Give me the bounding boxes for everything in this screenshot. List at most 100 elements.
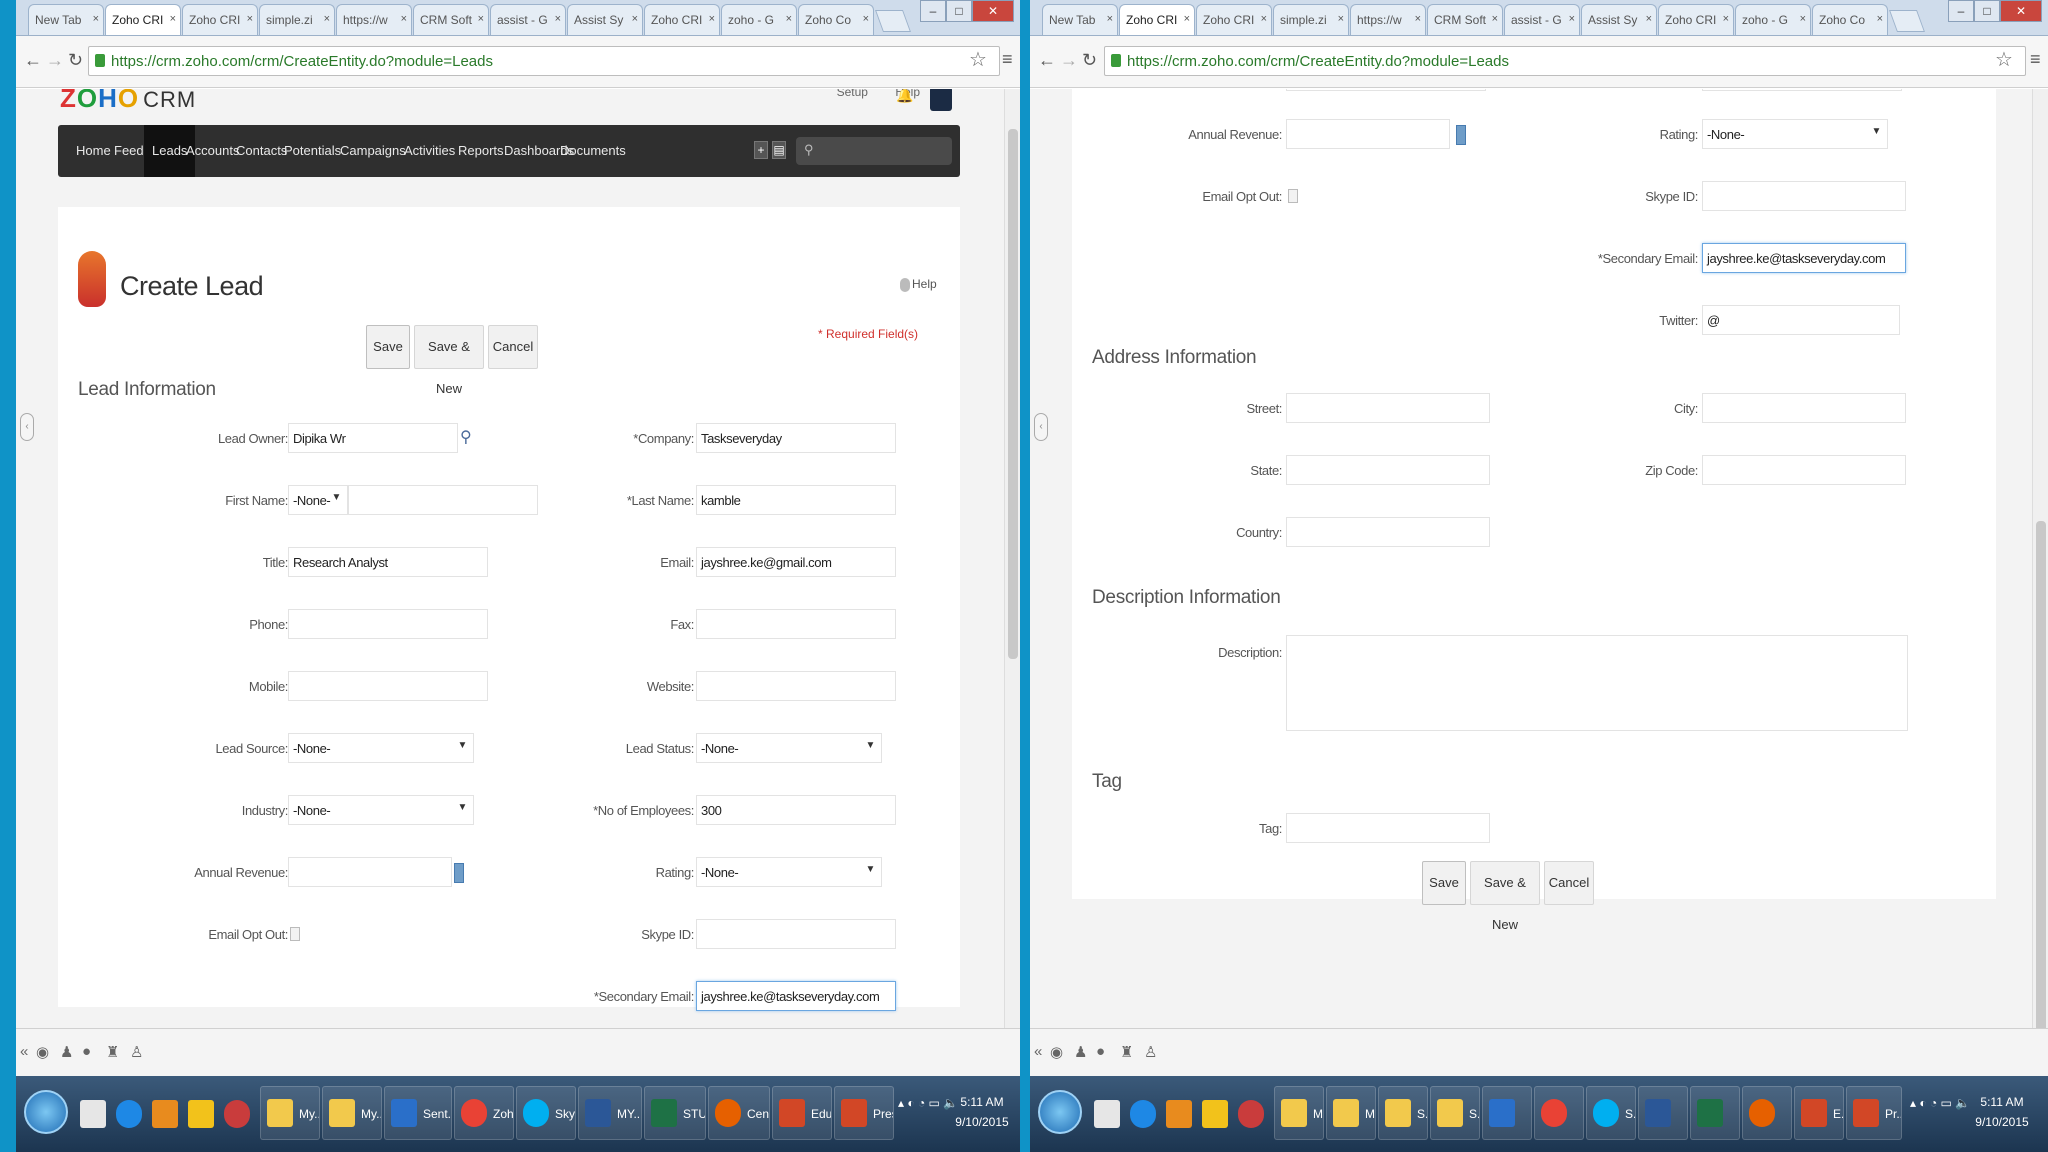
- secondary-email-field[interactable]: jayshree.ke@taskseveryday.com: [1702, 243, 1906, 273]
- close-tab-icon[interactable]: ×: [1415, 13, 1421, 25]
- page-scrollbar[interactable]: [1004, 89, 1020, 1028]
- taskbar-item-7[interactable]: STU...: [644, 1086, 706, 1140]
- tab-8[interactable]: Zoho CRI ×: [644, 4, 720, 35]
- tab-6[interactable]: assist - G ×: [490, 4, 566, 35]
- close-window-button[interactable]: ✕: [2000, 0, 2042, 22]
- tab-2[interactable]: Zoho CRI ×: [1196, 4, 1272, 35]
- side-panel-handle[interactable]: ‹: [1034, 413, 1048, 441]
- close-tab-icon[interactable]: ×: [1338, 13, 1344, 25]
- city-field[interactable]: [1702, 393, 1906, 423]
- calendar-icon[interactable]: ▤: [772, 141, 786, 159]
- bookmark-star-icon[interactable]: ☆: [1995, 47, 2013, 72]
- tab-5[interactable]: CRM Soft ×: [413, 4, 489, 35]
- close-tab-icon[interactable]: ×: [632, 13, 638, 25]
- taskbar-item-10[interactable]: Pres...: [834, 1086, 894, 1140]
- close-tab-icon[interactable]: ×: [478, 13, 484, 25]
- skype-id-field[interactable]: [696, 919, 896, 949]
- forward-icon[interactable]: →: [1060, 50, 1078, 71]
- tab-1[interactable]: Zoho CRI ×: [105, 4, 181, 35]
- taskbar-item-8[interactable]: [1638, 1086, 1688, 1140]
- industry-select-partial[interactable]: [1286, 89, 1486, 91]
- taskbar-item-8[interactable]: Cen...: [708, 1086, 770, 1140]
- tab-0[interactable]: New Tab ×: [28, 4, 104, 35]
- taskbar-item-1[interactable]: My...: [260, 1086, 320, 1140]
- twitter-field[interactable]: @: [1702, 305, 1900, 335]
- tab-3[interactable]: simple.zi ×: [259, 4, 335, 35]
- taskbar-item-6[interactable]: [1534, 1086, 1584, 1140]
- add-icon[interactable]: +: [754, 141, 768, 159]
- taskbar-pin-5[interactable]: [220, 1088, 250, 1134]
- browser-menu-icon[interactable]: ≡: [2030, 49, 2041, 70]
- street-field[interactable]: [1286, 393, 1490, 423]
- annual-revenue-field[interactable]: [288, 857, 452, 887]
- annual-revenue-field[interactable]: [1286, 119, 1450, 149]
- zoho-crm-logo[interactable]: ZOHO CRM: [60, 89, 196, 114]
- taskbar-item-2[interactable]: M...: [1326, 1086, 1376, 1140]
- rating-select[interactable]: -None- ▼: [1702, 119, 1888, 149]
- state-field[interactable]: [1286, 455, 1490, 485]
- tab-6[interactable]: assist - G ×: [1504, 4, 1580, 35]
- tab-8[interactable]: Zoho CRI ×: [1658, 4, 1734, 35]
- taskbar-item-9[interactable]: Edu...: [772, 1086, 832, 1140]
- secondary-email-field[interactable]: jayshree.ke@taskseveryday.com: [696, 981, 896, 1011]
- close-tab-icon[interactable]: ×: [863, 13, 869, 25]
- email-opt-out-checkbox[interactable]: [1288, 189, 1298, 203]
- minimize-button[interactable]: –: [920, 0, 946, 22]
- close-tab-icon[interactable]: ×: [93, 13, 99, 25]
- close-tab-icon[interactable]: ×: [1877, 13, 1883, 25]
- collapse-icon[interactable]: «: [1034, 1043, 1042, 1060]
- chat-icon[interactable]: ◉: [1050, 1043, 1063, 1061]
- tag-field[interactable]: [1286, 813, 1490, 843]
- taskbar-pin-4[interactable]: [184, 1088, 214, 1134]
- country-field[interactable]: [1286, 517, 1490, 547]
- taskbar-item-3[interactable]: Sent...: [384, 1086, 452, 1140]
- taskbar-item-4[interactable]: Zoh...: [454, 1086, 514, 1140]
- close-tab-icon[interactable]: ×: [1800, 13, 1806, 25]
- tab-10[interactable]: Zoho Co ×: [798, 4, 874, 35]
- nav-search-field[interactable]: ⚲: [796, 137, 952, 165]
- save-and-new-button-bottom[interactable]: Save & New: [1470, 861, 1540, 932]
- taskbar-item-2[interactable]: My...: [322, 1086, 382, 1140]
- notification-bar-icon[interactable]: ♟: [1074, 1043, 1087, 1061]
- nav-reports[interactable]: Reports: [458, 125, 504, 177]
- user-icon[interactable]: ♙: [1144, 1043, 1157, 1061]
- no-of-employees-field[interactable]: 300: [696, 795, 896, 825]
- nav-accounts[interactable]: Accounts: [186, 125, 239, 177]
- close-tab-icon[interactable]: ×: [247, 13, 253, 25]
- system-tray[interactable]: ▴ ◐ ◔ ▭ 🔈: [898, 1096, 958, 1110]
- reload-icon[interactable]: ↻: [1082, 50, 1097, 71]
- close-tab-icon[interactable]: ×: [1492, 13, 1498, 25]
- notification-icon[interactable]: 🔔: [896, 89, 913, 104]
- taskbar-pin-4[interactable]: [1198, 1088, 1228, 1134]
- tab-7[interactable]: Assist Sy ×: [1581, 4, 1657, 35]
- maximize-button[interactable]: □: [946, 0, 972, 22]
- taskbar-item-10[interactable]: [1742, 1086, 1792, 1140]
- calculator-icon[interactable]: [1456, 125, 1466, 145]
- scrollbar-thumb[interactable]: [2036, 521, 2046, 1028]
- nav-home[interactable]: Home: [76, 125, 111, 177]
- close-tab-icon[interactable]: ×: [1569, 13, 1575, 25]
- new-tab-button[interactable]: [1888, 10, 1926, 32]
- taskbar-item-4[interactable]: S...: [1430, 1086, 1480, 1140]
- browser-menu-icon[interactable]: ≡: [1002, 49, 1013, 70]
- tab-9[interactable]: zoho - G ×: [1735, 4, 1811, 35]
- close-tab-icon[interactable]: ×: [1723, 13, 1729, 25]
- last-name-field[interactable]: kamble: [696, 485, 896, 515]
- nav-campaigns[interactable]: Campaigns: [340, 125, 406, 177]
- email-opt-out-checkbox[interactable]: [290, 927, 300, 941]
- taskbar-pin-5[interactable]: [1234, 1088, 1264, 1134]
- tab-5[interactable]: CRM Soft ×: [1427, 4, 1503, 35]
- title-field[interactable]: Research Analyst: [288, 547, 488, 577]
- close-tab-icon[interactable]: ×: [401, 13, 407, 25]
- taskbar-pin-2[interactable]: [1126, 1088, 1156, 1134]
- website-field[interactable]: [696, 671, 896, 701]
- taskbar-clock[interactable]: 5:11 AM 9/10/2015: [1970, 1092, 2034, 1132]
- user-icon[interactable]: ♙: [130, 1043, 143, 1061]
- email-field[interactable]: jayshree.ke@gmail.com: [696, 547, 896, 577]
- url-field[interactable]: https://crm.zoho.com/crm/CreateEntity.do…: [1104, 46, 2026, 76]
- taskbar-item-3[interactable]: S...: [1378, 1086, 1428, 1140]
- taskbar-pin-1[interactable]: [76, 1088, 106, 1134]
- lead-owner-field[interactable]: Dipika Wr: [288, 423, 458, 453]
- back-icon[interactable]: ←: [24, 50, 42, 71]
- calculator-icon[interactable]: [454, 863, 464, 883]
